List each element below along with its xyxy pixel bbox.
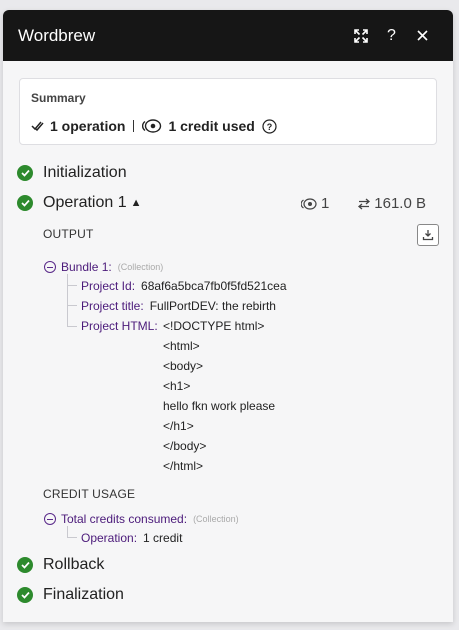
html-line: </body> [163,439,207,453]
step-label: Initialization [43,164,127,181]
tree-connector [67,537,77,538]
project-id-key: Project Id: [81,279,136,293]
operation-credit-value: 1 credit [143,531,183,545]
summary-row: 1 operation 1 credit used ? [31,118,277,134]
project-id-row: Project Id: 68af6a5bca7fb0f5fd521cea [81,279,287,293]
bundle-node[interactable]: Bundle 1: (Collection) [44,260,163,274]
success-icon [17,557,33,573]
html-line: </html> [163,459,204,473]
panel-title: Wordbrew [18,25,96,45]
credits-used: 1 credit used [168,118,255,134]
output-heading: OUTPUT [43,227,94,241]
operations-count: 1 operation [50,118,126,134]
credit-icon [300,197,317,210]
step-initialization[interactable]: Initialization [17,164,127,182]
step-finalization[interactable]: Finalization [17,586,124,604]
caret-up-icon[interactable]: ▲ [131,197,142,209]
summary-card: Summary 1 operation 1 credit used ? [19,78,437,145]
html-line: <h1> [163,379,191,393]
panel-header: Wordbrew ? [3,10,453,61]
transfer-icon [358,198,371,209]
total-credits-type: (Collection) [193,514,239,524]
html-line: <!DOCTYPE html> [163,319,265,333]
html-line: </h1> [163,419,194,433]
success-icon [17,587,33,603]
credit-usage-heading: CREDIT USAGE [43,487,136,501]
project-title-row: Project title: FullPortDEV: the rebirth [81,299,276,313]
download-icon [422,230,434,241]
credits-node[interactable]: Total credits consumed: (Collection) [44,512,239,526]
operation-credit-row: Operation: 1 credit [81,531,182,545]
bundle-label: Bundle 1: [61,260,112,274]
project-title-value: FullPortDEV: the rebirth [149,299,276,313]
credit-icon [142,119,162,133]
html-line: <body> [163,359,204,373]
expand-button[interactable] [345,20,376,51]
bundle-type: (Collection) [117,262,164,272]
step-operation-1[interactable]: Operation 1 ▲ [17,194,142,212]
collapse-icon[interactable] [44,513,56,525]
success-icon [17,195,33,211]
size-stat: 161.0 B [357,195,426,212]
tree-branch [67,526,68,537]
operations-stat: 1 [300,195,330,212]
project-html-row: Project HTML: [81,319,158,333]
expand-icon [353,28,368,43]
html-line: <html> [163,339,200,353]
step-rollback[interactable]: Rollback [17,556,104,574]
html-line: hello fkn work please [163,399,276,413]
svg-text:?: ? [267,122,273,132]
project-id-value: 68af6a5bca7fb0f5fd521cea [141,279,287,293]
project-html-key: Project HTML: [81,319,158,333]
execution-inspector-panel: Wordbrew ? Summary 1 operation 1 credit … [3,10,453,622]
step-label: Finalization [43,586,124,603]
success-icon [17,165,33,181]
collapse-icon[interactable] [44,261,56,273]
operations-value: 1 [320,195,330,212]
summary-label: Summary [31,91,86,105]
operation-credit-key: Operation: [81,531,138,545]
size-value: 161.0 B [374,195,426,212]
help-circle-icon[interactable]: ? [262,118,277,134]
download-button[interactable] [417,224,439,246]
tree-connector [67,305,77,306]
double-check-icon [31,121,44,132]
close-icon [417,30,428,41]
close-button[interactable] [407,20,438,51]
help-button[interactable]: ? [376,20,407,51]
total-credits-label: Total credits consumed: [61,512,188,526]
operation-stats: 1 161.0 B [300,195,426,212]
step-label: Operation 1 [43,194,127,211]
tree-branch [67,274,68,327]
project-title-key: Project title: [81,299,144,313]
step-label: Rollback [43,556,105,573]
divider [133,120,135,132]
tree-connector [67,326,77,327]
tree-connector [67,285,77,286]
